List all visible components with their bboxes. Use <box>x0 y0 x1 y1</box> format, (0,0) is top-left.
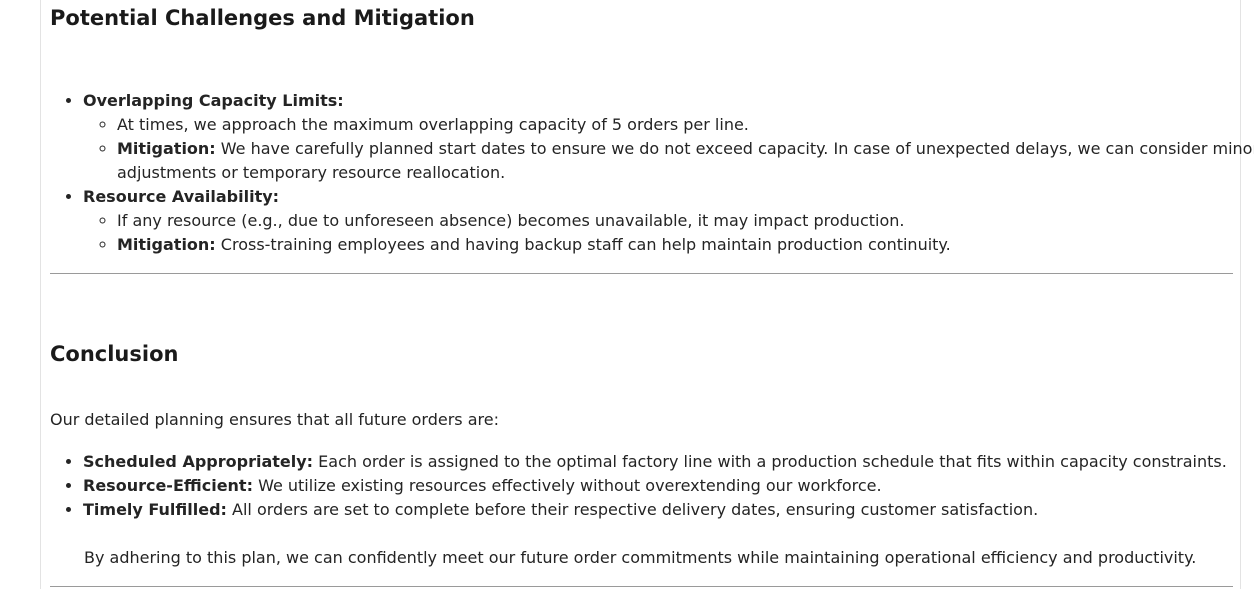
mitigation-label: Mitigation: <box>117 235 216 254</box>
item-label: Resource-Efficient: <box>83 476 253 495</box>
item-label: Scheduled Appropriately: <box>83 452 314 471</box>
list-item-resource-availability: Resource Availability: If any resource (… <box>83 185 1254 257</box>
sub-list-item: If any resource (e.g., due to unforeseen… <box>117 209 1254 233</box>
sub-list: At times, we approach the maximum overla… <box>83 113 1254 185</box>
conclusion-list: Scheduled Appropriately: Each order is a… <box>50 450 1254 522</box>
item-label: Resource Availability: <box>83 187 280 206</box>
document-content: Potential Challenges and Mitigation Over… <box>50 0 1254 589</box>
list-item-overlapping-capacity: Overlapping Capacity Limits: At times, w… <box>83 89 1254 185</box>
item-text: If any resource (e.g., due to unforeseen… <box>117 211 905 230</box>
challenges-heading: Potential Challenges and Mitigation <box>50 6 475 30</box>
left-border <box>40 0 41 589</box>
document-page: Potential Challenges and Mitigation Over… <box>0 0 1254 589</box>
item-text: At times, we approach the maximum overla… <box>117 115 749 134</box>
sub-list: If any resource (e.g., due to unforeseen… <box>83 209 1254 257</box>
section-divider <box>50 586 1233 587</box>
sub-list-item: At times, we approach the maximum overla… <box>117 113 1254 137</box>
item-text: We utilize existing resources effectivel… <box>252 476 882 495</box>
closing-paragraph: By adhering to this plan, we can confide… <box>84 548 1197 567</box>
list-item-scheduled: Scheduled Appropriately: Each order is a… <box>83 450 1254 474</box>
item-text: All orders are set to complete before th… <box>226 500 1039 519</box>
item-text: Cross-training employees and having back… <box>215 235 951 254</box>
item-label: Timely Fulfilled: <box>83 500 227 519</box>
list-item-resource-efficient: Resource-Efficient: We utilize existing … <box>83 474 1254 498</box>
sub-list-item-mitigation: Mitigation: We have carefully planned st… <box>117 137 1254 185</box>
list-item-timely-fulfilled: Timely Fulfilled: All orders are set to … <box>83 498 1254 522</box>
challenges-list: Overlapping Capacity Limits: At times, w… <box>50 89 1254 257</box>
item-text: Each order is assigned to the optimal fa… <box>313 452 1227 471</box>
mitigation-label: Mitigation: <box>117 139 216 158</box>
item-text: We have carefully planned start dates to… <box>117 139 1254 182</box>
conclusion-intro: Our detailed planning ensures that all f… <box>50 410 499 429</box>
section-divider <box>50 273 1233 274</box>
sub-list-item-mitigation: Mitigation: Cross-training employees and… <box>117 233 1254 257</box>
conclusion-heading: Conclusion <box>50 342 179 366</box>
item-label: Overlapping Capacity Limits: <box>83 91 344 110</box>
